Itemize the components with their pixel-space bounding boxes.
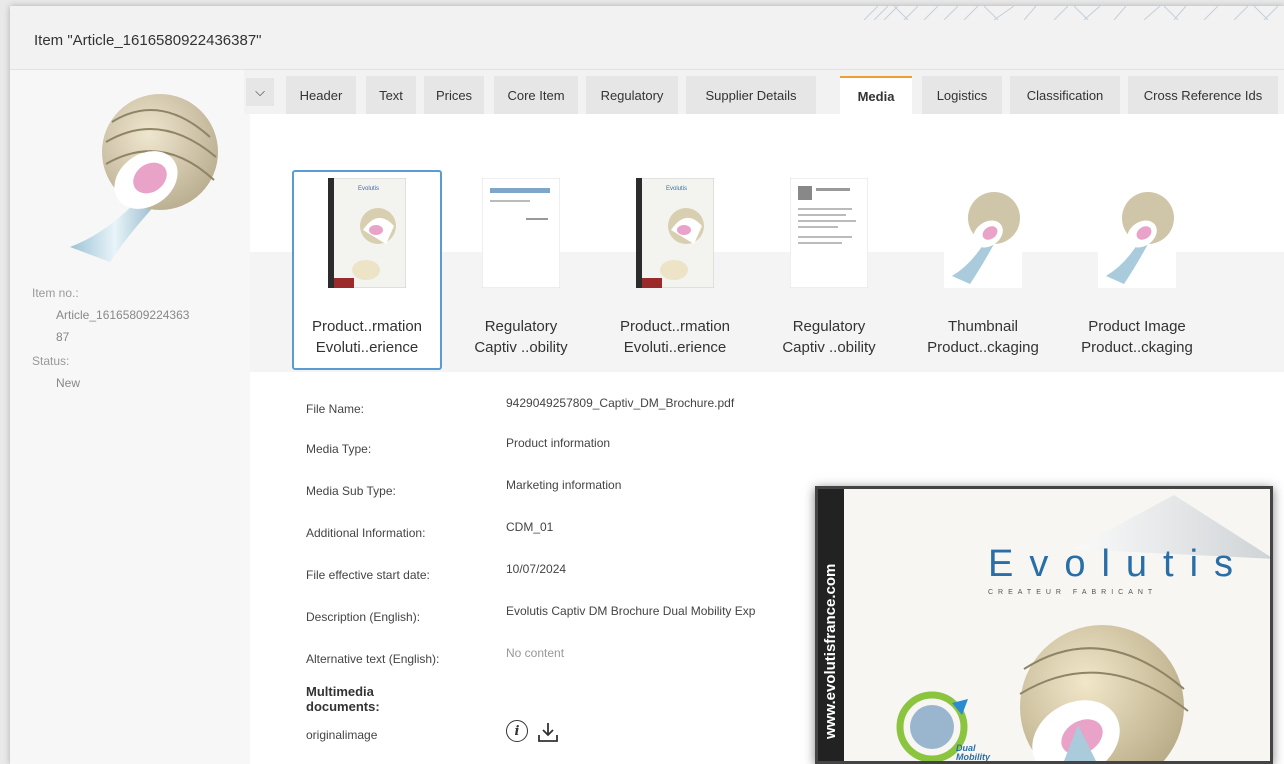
document-thumbnail [482,178,560,288]
item-no-value: Article_16165809224363 [56,308,190,322]
brochure-spine-url: www.evolutisfrance.com [822,563,839,739]
media-gallery: Evolutis Product..rmation Evoluti..erien… [250,114,1284,372]
item-no-value-cont: 87 [56,330,70,344]
detail-row-file-name: File Name: 9429049257809_Captiv_DM_Broch… [306,392,1006,432]
info-icon[interactable]: i [506,720,528,742]
tab-toggle-button[interactable]: ⌵ [246,78,274,106]
media-tile[interactable]: Evolutis Product..rmation Evoluti..erien… [600,170,750,370]
media-caption-line2: Evoluti..erience [623,339,727,356]
download-icon[interactable] [536,720,560,744]
multimedia-item-label: originalimage [306,728,378,742]
tab-regulatory[interactable]: Regulatory [586,76,678,114]
media-caption-line1: Regulatory [792,318,866,335]
status-label: Status: [32,354,70,368]
tab-bar: ⌵ Header Text Prices Core Item Regulator… [244,70,1284,114]
detail-value: CDM_01 [506,520,554,534]
document-thumbnail [790,178,868,288]
media-caption-line1: Thumbnail [947,318,1019,335]
detail-value: 9429049257809_Captiv_DM_Brochure.pdf [506,396,735,410]
tab-header[interactable]: Header [286,76,356,114]
media-caption-line1: Regulatory [484,318,558,335]
tab-prices[interactable]: Prices [424,76,484,114]
svg-text:Mobility: Mobility [956,752,991,761]
implant-thumbnail [1098,178,1176,288]
media-tile[interactable]: Product Image Product..ckaging [1062,170,1212,370]
media-caption-line2: Product..ckaging [1081,339,1193,356]
detail-label: Description (English): [306,610,421,624]
media-tile[interactable]: Evolutis Product..rmation Evoluti..erien… [292,170,442,370]
chevron-down-icon: ⌵ [255,84,265,99]
brochure-cover-art: Dual Mobility [844,489,1270,761]
detail-value: Evolutis Captiv DM Brochure Dual Mobilit… [506,604,756,618]
detail-value: 10/07/2024 [506,562,567,576]
media-caption-line1: Product..rmation [311,318,423,335]
detail-label: File Name: [306,402,365,416]
detail-label: Media Type: [306,442,372,456]
item-summary-panel: Item no.: Article_16165809224363 87 Stat… [10,70,250,764]
media-caption-line2: Evoluti..erience [315,339,419,356]
detail-label: Additional Information: [306,526,426,540]
tab-classification[interactable]: Classification [1010,76,1120,114]
detail-value: Product information [506,436,611,450]
header-decoration [864,6,1279,20]
media-caption-line2: Captiv ..obility [474,339,568,356]
tab-core-item[interactable]: Core Item [494,76,578,114]
detail-label: Alternative text (English): [306,652,440,666]
media-preview-popup: www.evolutisfrance.com Dual Mobility Evo… [815,486,1273,764]
detail-value: No content [506,646,565,660]
tab-media[interactable]: Media [840,76,912,114]
status-value: New [56,376,81,390]
title-bar: Item "Article_1616580922436387" [10,6,1284,70]
tab-text[interactable]: Text [366,76,416,114]
detail-label: File effective start date: [306,568,430,582]
media-tile[interactable]: Regulatory Captiv ..obility [754,170,904,370]
multimedia-heading: Multimedia documents: [306,684,380,714]
detail-value: Marketing information [506,478,622,492]
media-caption-line2: Captiv ..obility [782,339,876,356]
svg-text:Evolutis: Evolutis [666,186,687,192]
brochure-brand-title: Evolutis [988,543,1250,585]
tab-supplier-details[interactable]: Supplier Details [686,76,816,114]
media-caption-line1: Product..rmation [619,318,731,335]
item-no-label: Item no.: [32,286,79,300]
tab-cross-reference-ids[interactable]: Cross Reference Ids [1128,76,1278,114]
window-title: Item "Article_1616580922436387" [34,32,262,49]
brochure-thumbnail: Evolutis [636,178,714,288]
multimedia-actions: i [506,720,560,744]
media-tile[interactable]: Regulatory Captiv ..obility [446,170,596,370]
detail-row-media-type: Media Type: Product information [306,432,1006,472]
svg-text:Evolutis: Evolutis [358,186,379,192]
detail-label: Media Sub Type: [306,484,396,498]
brochure-thumbnail: Evolutis [328,178,406,288]
media-caption-line1: Product Image [1088,318,1186,335]
media-tile[interactable]: Thumbnail Product..ckaging [908,170,1058,370]
product-thumbnail-image [70,94,218,262]
implant-thumbnail [944,178,1022,288]
tab-logistics[interactable]: Logistics [922,76,1002,114]
media-caption-line2: Product..ckaging [927,339,1039,356]
brochure-brand-subtitle: CREATEUR FABRICANT [988,589,1158,596]
